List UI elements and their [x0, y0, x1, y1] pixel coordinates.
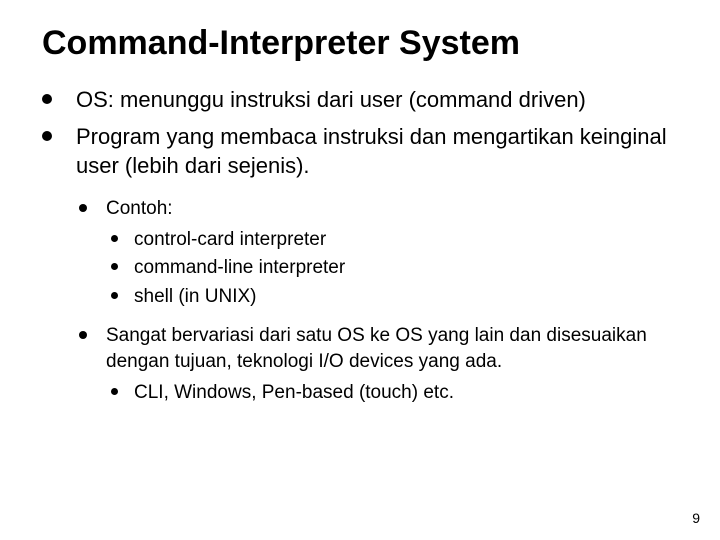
bullet-list-level1: OS: menunggu instruksi dari user (comman… [42, 85, 678, 407]
list-item: Sangat bervariasi dari satu OS ke OS yan… [76, 323, 678, 407]
slide: Command-Interpreter System OS: menunggu … [0, 0, 720, 540]
list-item: CLI, Windows, Pen-based (touch) etc. [106, 379, 678, 408]
list-item: Contoh: control-card interpreter command… [76, 196, 678, 311]
bullet-list-level3: control-card interpreter command-line in… [106, 226, 678, 312]
bullet-text: Sangat bervariasi dari satu OS ke OS yan… [106, 325, 647, 372]
bullet-list-level2: Contoh: control-card interpreter command… [76, 196, 678, 407]
list-item: shell (in UNIX) [106, 283, 678, 312]
slide-title: Command-Interpreter System [42, 24, 678, 63]
bullet-text: CLI, Windows, Pen-based (touch) etc. [134, 382, 454, 403]
bullet-text: control-card interpreter [134, 229, 326, 250]
list-item: command-line interpreter [106, 254, 678, 283]
bullet-text: Contoh: [106, 198, 173, 219]
bullet-text: command-line interpreter [134, 257, 345, 278]
bullet-list-level4: CLI, Windows, Pen-based (touch) etc. [106, 379, 678, 408]
list-item: Program yang membaca instruksi dan menga… [42, 122, 678, 407]
bullet-text: Program yang membaca instruksi dan menga… [76, 124, 667, 178]
list-item: OS: menunggu instruksi dari user (comman… [42, 85, 678, 114]
bullet-text: shell (in UNIX) [134, 286, 256, 307]
page-number: 9 [692, 510, 700, 526]
bullet-text: OS: menunggu instruksi dari user (comman… [76, 87, 586, 112]
list-item: control-card interpreter [106, 226, 678, 255]
